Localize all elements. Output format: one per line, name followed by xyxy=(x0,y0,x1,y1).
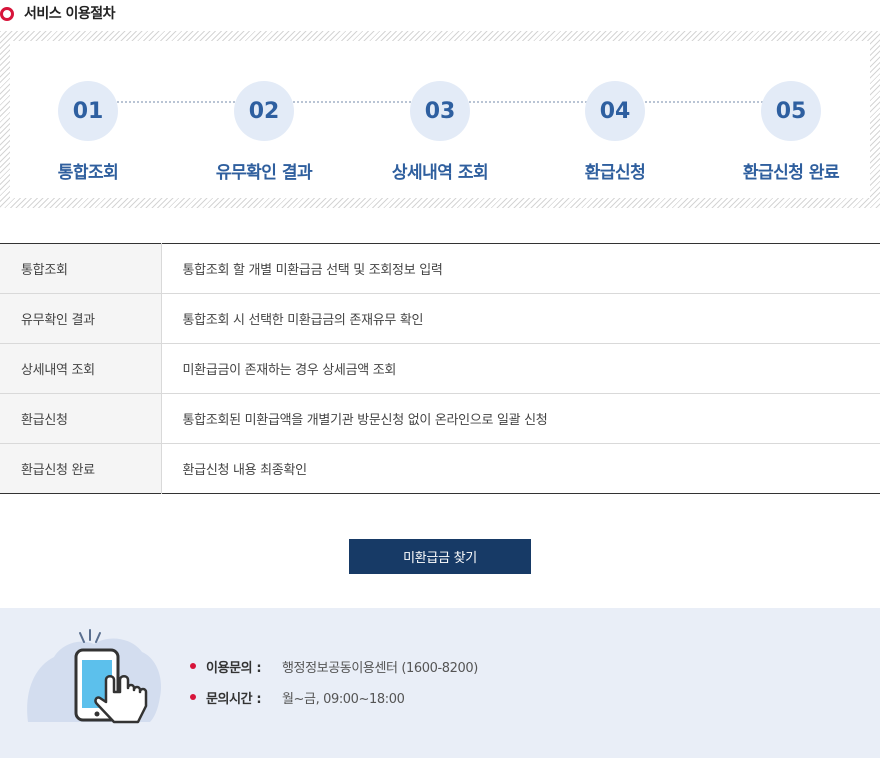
row-description: 통합조회된 미환급액을 개별기관 방문신청 없이 온라인으로 일괄 신청 xyxy=(161,393,880,444)
row-header: 유무확인 결과 xyxy=(0,293,162,344)
step-number-badge: 01 xyxy=(58,81,118,141)
step-number-badge: 04 xyxy=(585,81,645,141)
row-description: 통합조회 할 개별 미환급금 선택 및 조회정보 입력 xyxy=(161,243,880,294)
step-3: 03 상세내역 조회 xyxy=(360,81,520,183)
step-1: 01 통합조회 xyxy=(8,81,168,183)
process-steps-panel: 01 통합조회 02 유무확인 결과 03 상세내역 조회 04 환급신청 05… xyxy=(0,31,880,208)
step-label: 통합조회 xyxy=(57,163,119,183)
step-2: 02 유무확인 결과 xyxy=(184,81,344,183)
process-description-table: 통합조회 통합조회 할 개별 미환급금 선택 및 조회정보 입력 유무확인 결과… xyxy=(0,243,880,494)
inquiry-row: 이용문의 : 행정정보공동이용센터 (1600-8200) xyxy=(190,656,478,676)
step-label: 상세내역 조회 xyxy=(391,163,489,183)
row-header: 통합조회 xyxy=(0,243,162,294)
step-5: 05 환급신청 완료 xyxy=(711,81,871,183)
row-header: 상세내역 조회 xyxy=(0,343,162,394)
row-description: 환급신청 내용 최종확인 xyxy=(182,463,308,478)
step-label: 유무확인 결과 xyxy=(215,163,313,183)
table-row: 유무확인 결과 통합조회 시 선택한 미환급금의 존재유무 확인 xyxy=(0,293,880,344)
step-label: 환급신청 xyxy=(584,163,646,183)
row-header: 환급신청 xyxy=(0,393,162,444)
find-refund-button[interactable]: 미환급금 찾기 xyxy=(349,539,531,574)
phone-touch-icon xyxy=(27,629,162,724)
table-row: 환급신청 통합조회된 미환급액을 개별기관 방문신청 없이 온라인으로 일괄 신… xyxy=(0,393,880,444)
table-row: 환급신청 완료 환급신청 내용 최종확인 xyxy=(0,443,880,494)
inquiry-value: 행정정보공동이용센터 (1600-8200) xyxy=(282,660,478,676)
row-description: 미환급금이 존재하는 경우 상세금액 조회 xyxy=(161,343,880,394)
contact-info-panel: 이용문의 : 행정정보공동이용센터 (1600-8200) 문의시간 : 월~금… xyxy=(0,608,880,758)
hours-value: 월~금, 09:00~18:00 xyxy=(282,691,405,707)
step-4: 04 환급신청 xyxy=(535,81,695,183)
hours-row: 문의시간 : 월~금, 09:00~18:00 xyxy=(190,687,478,707)
bullet-icon xyxy=(190,694,196,700)
step-label: 환급신청 완료 xyxy=(742,163,840,183)
table-row: 상세내역 조회 미환급금이 존재하는 경우 상세금액 조회 xyxy=(0,343,880,394)
step-number-badge: 02 xyxy=(234,81,294,141)
inquiry-label: 이용문의 : xyxy=(206,660,262,676)
table-row: 통합조회 통합조회 할 개별 미환급금 선택 및 조회정보 입력 xyxy=(0,243,880,294)
hours-label: 문의시간 : xyxy=(206,691,262,707)
row-description: 통합조회 시 선택한 미환급금의 존재유무 확인 xyxy=(161,293,880,344)
bullet-icon xyxy=(190,663,196,669)
section-title-row: 서비스 이용절차 xyxy=(0,0,116,26)
circle-bullet-icon xyxy=(0,6,14,21)
section-title: 서비스 이용절차 xyxy=(24,6,116,22)
step-number-badge: 03 xyxy=(410,81,470,141)
step-number-badge: 05 xyxy=(761,81,821,141)
row-header: 환급신청 완료 xyxy=(0,443,162,494)
contact-list: 이용문의 : 행정정보공동이용센터 (1600-8200) 문의시간 : 월~금… xyxy=(190,656,478,718)
